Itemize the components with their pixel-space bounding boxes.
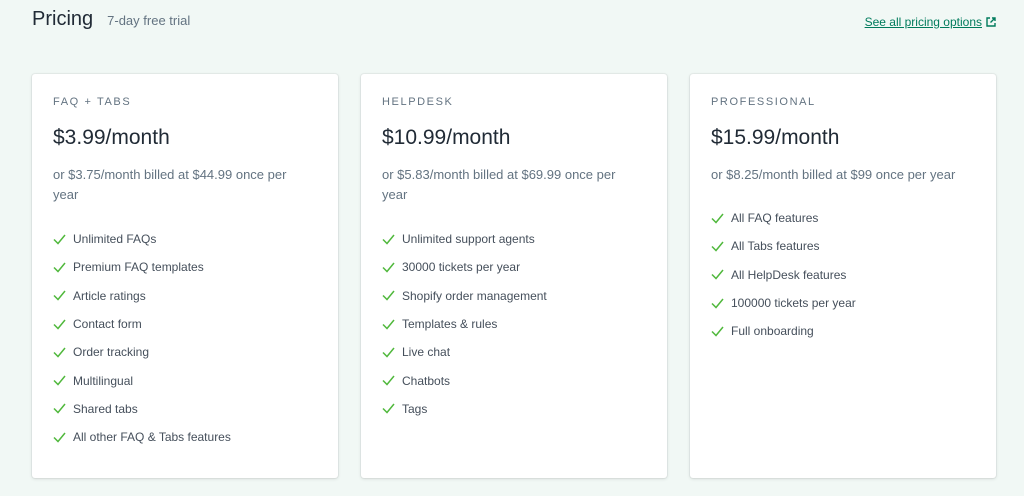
list-item: All other FAQ & Tabs features [53, 423, 231, 451]
list-item: Templates & rules [382, 310, 547, 338]
feature-label: Live chat [402, 345, 451, 360]
feature-label: Tags [402, 401, 428, 416]
feature-label: Templates & rules [402, 317, 498, 332]
plan-card-helpdesk: HELPDESK $10.99/month or $5.83/month bil… [361, 74, 667, 478]
list-item: 30000 tickets per year [382, 253, 547, 281]
plan-name: FAQ + TABS [53, 96, 132, 108]
check-icon [711, 269, 724, 280]
feature-label: Full onboarding [731, 324, 814, 339]
feature-list: Unlimited support agents 30000 tickets p… [382, 225, 547, 423]
plan-price: $15.99/month [711, 126, 840, 149]
feature-label: Order tracking [73, 345, 150, 360]
list-item: 100000 tickets per year [711, 289, 856, 317]
feature-label: Chatbots [402, 373, 451, 388]
feature-label: Shopify order management [402, 288, 547, 303]
check-icon [382, 347, 395, 358]
list-item: Live chat [382, 338, 547, 366]
check-icon [711, 326, 724, 337]
check-icon [53, 347, 66, 358]
check-icon [53, 234, 66, 245]
feature-label: Unlimited support agents [402, 232, 535, 247]
plan-name: HELPDESK [382, 96, 454, 108]
list-item: Multilingual [53, 366, 231, 394]
check-icon [53, 290, 66, 301]
plan-card-faq-tabs: FAQ + TABS $3.99/month or $3.75/month bi… [32, 74, 338, 478]
check-icon [382, 262, 395, 273]
feature-label: Premium FAQ templates [73, 260, 204, 275]
check-icon [53, 432, 66, 443]
list-item: Premium FAQ templates [53, 253, 231, 281]
list-item: Order tracking [53, 338, 231, 366]
external-link-icon [986, 17, 996, 27]
list-item: All HelpDesk features [711, 261, 856, 289]
list-item: Full onboarding [711, 317, 856, 345]
feature-label: Contact form [73, 317, 142, 332]
feature-label: All HelpDesk features [731, 267, 847, 282]
feature-label: Multilingual [73, 373, 134, 388]
see-all-pricing-label: See all pricing options [864, 15, 982, 29]
check-icon [382, 319, 395, 330]
plan-price: $3.99/month [53, 126, 170, 149]
list-item: All FAQ features [711, 204, 856, 232]
feature-label: Unlimited FAQs [73, 232, 157, 247]
check-icon [53, 403, 66, 415]
check-icon [53, 262, 66, 273]
check-icon [53, 319, 66, 330]
check-icon [711, 241, 724, 252]
plan-price: $10.99/month [382, 126, 511, 149]
list-item: Unlimited support agents [382, 225, 547, 253]
check-icon [382, 375, 395, 386]
see-all-pricing-link[interactable]: See all pricing options [865, 15, 996, 29]
list-item: Shopify order management [382, 282, 547, 310]
plan-card-professional: PROFESSIONAL $15.99/month or $8.25/month… [690, 74, 996, 478]
page-title: Pricing [32, 8, 94, 30]
feature-list: All FAQ features All Tabs features All H… [711, 204, 856, 345]
list-item: All Tabs features [711, 232, 856, 260]
check-icon [711, 298, 724, 309]
feature-label: All FAQ features [731, 211, 819, 226]
feature-label: Shared tabs [73, 401, 138, 416]
list-item: Chatbots [382, 366, 547, 394]
check-icon [53, 375, 66, 386]
plan-name: PROFESSIONAL [711, 96, 816, 108]
feature-label: 30000 tickets per year [402, 260, 521, 275]
feature-label: All Tabs features [731, 239, 820, 254]
feature-list: Unlimited FAQs Premium FAQ templates Art… [53, 225, 231, 451]
check-icon [382, 290, 395, 301]
trial-note: 7-day free trial [107, 13, 191, 28]
check-icon [382, 234, 395, 245]
check-icon [382, 403, 395, 415]
list-item: Shared tabs [53, 395, 231, 423]
list-item: Article ratings [53, 282, 231, 310]
plan-billing: or $3.75/month billed at $44.99 once per… [53, 167, 287, 202]
plan-billing: or $8.25/month billed at $99 once per ye… [711, 167, 956, 182]
page-header: Pricing 7-day free trial [32, 8, 190, 31]
feature-label: 100000 tickets per year [731, 296, 856, 311]
list-item: Tags [382, 395, 547, 423]
pricing-cards: FAQ + TABS $3.99/month or $3.75/month bi… [32, 74, 996, 478]
feature-label: All other FAQ & Tabs features [73, 430, 231, 445]
check-icon [711, 213, 724, 224]
list-item: Unlimited FAQs [53, 225, 231, 253]
plan-billing: or $5.83/month billed at $69.99 once per… [382, 167, 616, 202]
list-item: Contact form [53, 310, 231, 338]
feature-label: Article ratings [73, 288, 146, 303]
